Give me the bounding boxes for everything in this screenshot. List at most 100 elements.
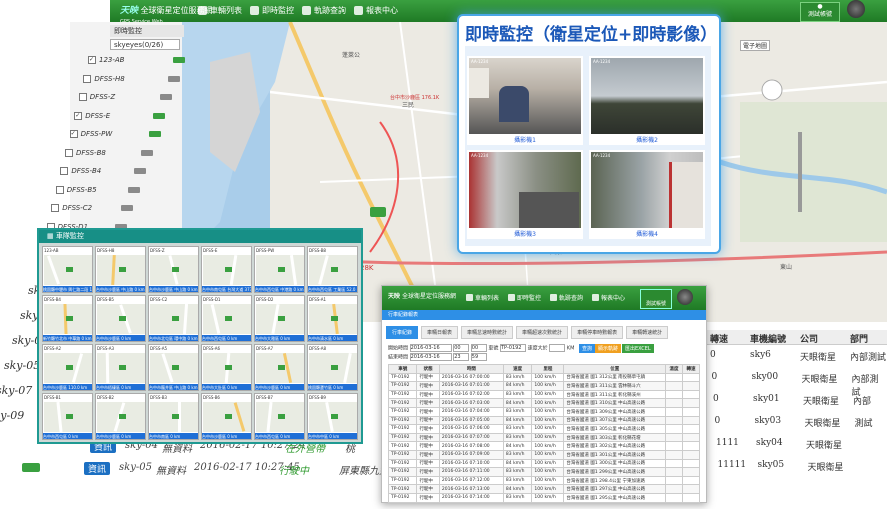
vehicle-item[interactable]: DFSS-H8	[83, 74, 180, 83]
checkbox[interactable]: ✓	[69, 130, 78, 138]
table-row[interactable]: TP-0192 行駛中 2016-03-16 07:00:00 83 km/h 100 …	[387, 372, 701, 383]
checkbox[interactable]	[65, 148, 73, 157]
fleet-cell[interactable]: DFSS-PW 台中市西屯區 中港路 0 km	[254, 246, 305, 293]
plate-select[interactable]: DFSS-B7	[256, 395, 273, 400]
speed-input[interactable]	[549, 344, 566, 352]
camera-view-1[interactable]: AA-1234 攝影機1	[467, 56, 583, 145]
plate-select[interactable]: DFSS-PW	[256, 248, 274, 253]
plate-select[interactable]: DFSS-D1	[203, 297, 220, 302]
plate-select[interactable]: DFSS-Z	[150, 248, 165, 253]
fleet-cell[interactable]: DFSS-B8 台中市西屯區 工業區 52.0 km	[307, 246, 358, 293]
vehicle-marker-icon[interactable]	[370, 207, 386, 217]
end-hour-select[interactable]: 23	[453, 353, 470, 361]
start-date-input[interactable]: 2016-03-16	[409, 344, 452, 352]
fleet-cell[interactable]: DFSS-B2 台中市沙鹿區 0 km	[95, 393, 146, 440]
export-excel-button[interactable]: 匯出EXCEL	[622, 344, 654, 353]
fleet-cell[interactable]: DFSS-B5 台中市沙鹿區 0 km	[95, 295, 146, 342]
vehicle-item[interactable]: ✓ DFSS-E	[74, 111, 166, 120]
table-row[interactable]: TP-0192 行駛中 2016-03-16 07:07:00 83 km/h 100 …	[387, 432, 701, 443]
vehicle-item[interactable]: DFSS-C2	[51, 204, 134, 212]
plate-select[interactable]: DFSS-A5	[150, 346, 167, 351]
vehicle-item[interactable]: DFSS-B4	[60, 167, 147, 175]
plate-select[interactable]: DFSS-A2	[44, 346, 61, 351]
vehicle-item[interactable]: DFSS-Z	[78, 93, 173, 101]
fleet-cell[interactable]: DFSS-A1 台中市清水區 0 km	[307, 295, 358, 342]
vehicle-item[interactable]: DFSS-B8	[65, 148, 153, 157]
table-row[interactable]: TP-0192 行駛中 2016-03-16 07:02:00 83 km/h 100 …	[387, 389, 701, 400]
fleet-cell[interactable]: 123-AB 桃園縣中壢市 興仁路二段 120.5 km	[42, 246, 93, 293]
device-row[interactable]: sky-09	[0, 409, 24, 422]
plate-select[interactable]: DFSS-B2	[97, 395, 114, 400]
checkbox[interactable]	[60, 167, 69, 175]
fleet-cell[interactable]: DFSS-D1 台中市西屯區 0 km	[201, 295, 252, 342]
nav-reports[interactable]: 報表中心	[592, 293, 625, 302]
fleet-cell[interactable]: DFSS-B6 台中市沙鹿區 0 km	[201, 393, 252, 440]
table-row[interactable]: TP-0192 行駛中 2016-03-16 07:09:00 83 km/h 100 …	[387, 449, 701, 460]
info-button[interactable]: 資訊	[84, 462, 111, 475]
column-header[interactable]: 里程	[531, 364, 565, 374]
column-header[interactable]: 速度	[502, 364, 533, 374]
nav-realtime[interactable]: 即時監控	[508, 293, 541, 302]
nav-vehicle-list[interactable]: 車輛列表	[466, 293, 499, 302]
plate-select[interactable]: 123-AB	[44, 248, 58, 253]
checkbox[interactable]	[55, 185, 64, 194]
column-header[interactable]: 車號	[387, 364, 418, 374]
column-header[interactable]: 狀態	[416, 364, 440, 374]
fleet-cell[interactable]: DFSS-A8 桃園縣蘆竹區 0 km	[307, 344, 358, 391]
end-minute-select[interactable]: 59	[470, 353, 487, 361]
plate-select[interactable]: DFSS-E	[203, 248, 217, 253]
table-row[interactable]: TP-0192 行駛中 2016-03-16 07:06:00 83 km/h 100 …	[387, 424, 701, 434]
camera-view-3[interactable]: AA-1234 攝影機3	[467, 150, 583, 239]
plate-select[interactable]: DFSS-A8	[309, 346, 326, 351]
plate-select[interactable]: DFSS-B5	[97, 297, 114, 302]
checkbox[interactable]: ✓	[88, 56, 96, 64]
zoom-slider[interactable]	[798, 132, 802, 212]
query-button[interactable]: 查詢	[579, 344, 596, 353]
fleet-cell[interactable]: DFSS-A7 台中市沙鹿區 0 km	[254, 344, 305, 391]
fleet-cell[interactable]: DFSS-B4 新竹縣竹北市 中華路 0 km	[42, 295, 93, 342]
checkbox[interactable]	[83, 74, 92, 83]
table-row[interactable]: TP-0192 行駛中 2016-03-16 07:11:00 83 km/h 100 …	[387, 467, 701, 477]
plate-select[interactable]: DFSS-A3	[97, 346, 114, 351]
fleet-cell[interactable]: DFSS-A6 台中市大肚區 0 km	[201, 344, 252, 391]
fleet-cell[interactable]: DFSS-B1 台中市西屯區 0 km	[42, 393, 93, 440]
fleet-cell[interactable]: DFSS-Z 台中市沙鹿區 中山路 0 km	[148, 246, 199, 293]
end-date-input[interactable]: 2016-03-16	[409, 353, 452, 361]
camera-view-2[interactable]: AA-1234 攝影機2	[589, 56, 705, 145]
start-minute-select[interactable]: 00	[470, 344, 487, 352]
table-row[interactable]: TP-0192 行駛中 2016-03-16 07:03:00 84 km/h 100 …	[387, 398, 701, 408]
table-row[interactable]: TP-0192 行駛中 2016-03-16 07:13:00 84 km/h 100 …	[387, 484, 701, 494]
plate-select[interactable]: DFSS-B3	[150, 395, 167, 400]
tab-report[interactable]: 車輛怠速時數統計	[461, 326, 514, 339]
column-header[interactable]: 時間	[438, 364, 504, 374]
fleet-cell[interactable]: DFSS-B3 台中市南區 0 km	[148, 393, 199, 440]
nav-reports[interactable]: 報表中心	[354, 5, 398, 16]
tab-report[interactable]: 行車紀錄	[386, 326, 419, 339]
plate-select[interactable]: DFSS-B6	[203, 395, 220, 400]
plate-select[interactable]: DFSS-H8	[97, 248, 114, 253]
fleet-cell[interactable]: DFSS-B7 台中市西屯區 0 km	[254, 393, 305, 440]
fleet-cell[interactable]: DFSS-A3 台中市梧棲區 0 km	[95, 344, 146, 391]
vehicle-select[interactable]: TP-0192	[500, 344, 526, 352]
pan-control-icon[interactable]	[761, 79, 783, 101]
checkbox[interactable]: ✓	[74, 111, 83, 120]
user-button[interactable]: 測試帳號	[640, 289, 672, 309]
tab-report[interactable]: 車輛轉速統計	[626, 326, 669, 339]
fleet-cell[interactable]: DFSS-D2 台中市大雅區 0 km	[254, 295, 305, 342]
checkbox[interactable]	[51, 204, 60, 212]
plate-select[interactable]: DFSS-A1	[309, 297, 326, 302]
fleet-cell[interactable]: DFSS-E 台中市南屯區 台灣大道 373.0 km	[201, 246, 252, 293]
table-row[interactable]: TP-0192 行駛中 2016-03-16 07:05:00 84 km/h 100 …	[387, 415, 701, 426]
plate-select[interactable]: DFSS-B4	[44, 297, 61, 302]
fleet-cell[interactable]: DFSS-A2 台中市沙鹿區 110.0 km	[42, 344, 93, 391]
plate-select[interactable]: DFSS-D2	[256, 297, 273, 302]
user-button[interactable]: ● 測試帳號	[800, 2, 840, 22]
nav-track[interactable]: 軌跡查詢	[550, 293, 583, 302]
device-row[interactable]: sky-07	[0, 384, 32, 397]
plate-select[interactable]: DFSS-B8	[309, 248, 326, 253]
vehicle-item[interactable]: ✓ 123-AB	[88, 56, 186, 64]
tab-report[interactable]: 車輛超速次數統計	[516, 326, 569, 339]
tab-report[interactable]: 車輛日報表	[421, 326, 459, 339]
vehicle-item[interactable]: DFSS-B5	[55, 185, 140, 194]
camera-view-4[interactable]: AA-1234 攝影機4	[589, 150, 705, 239]
